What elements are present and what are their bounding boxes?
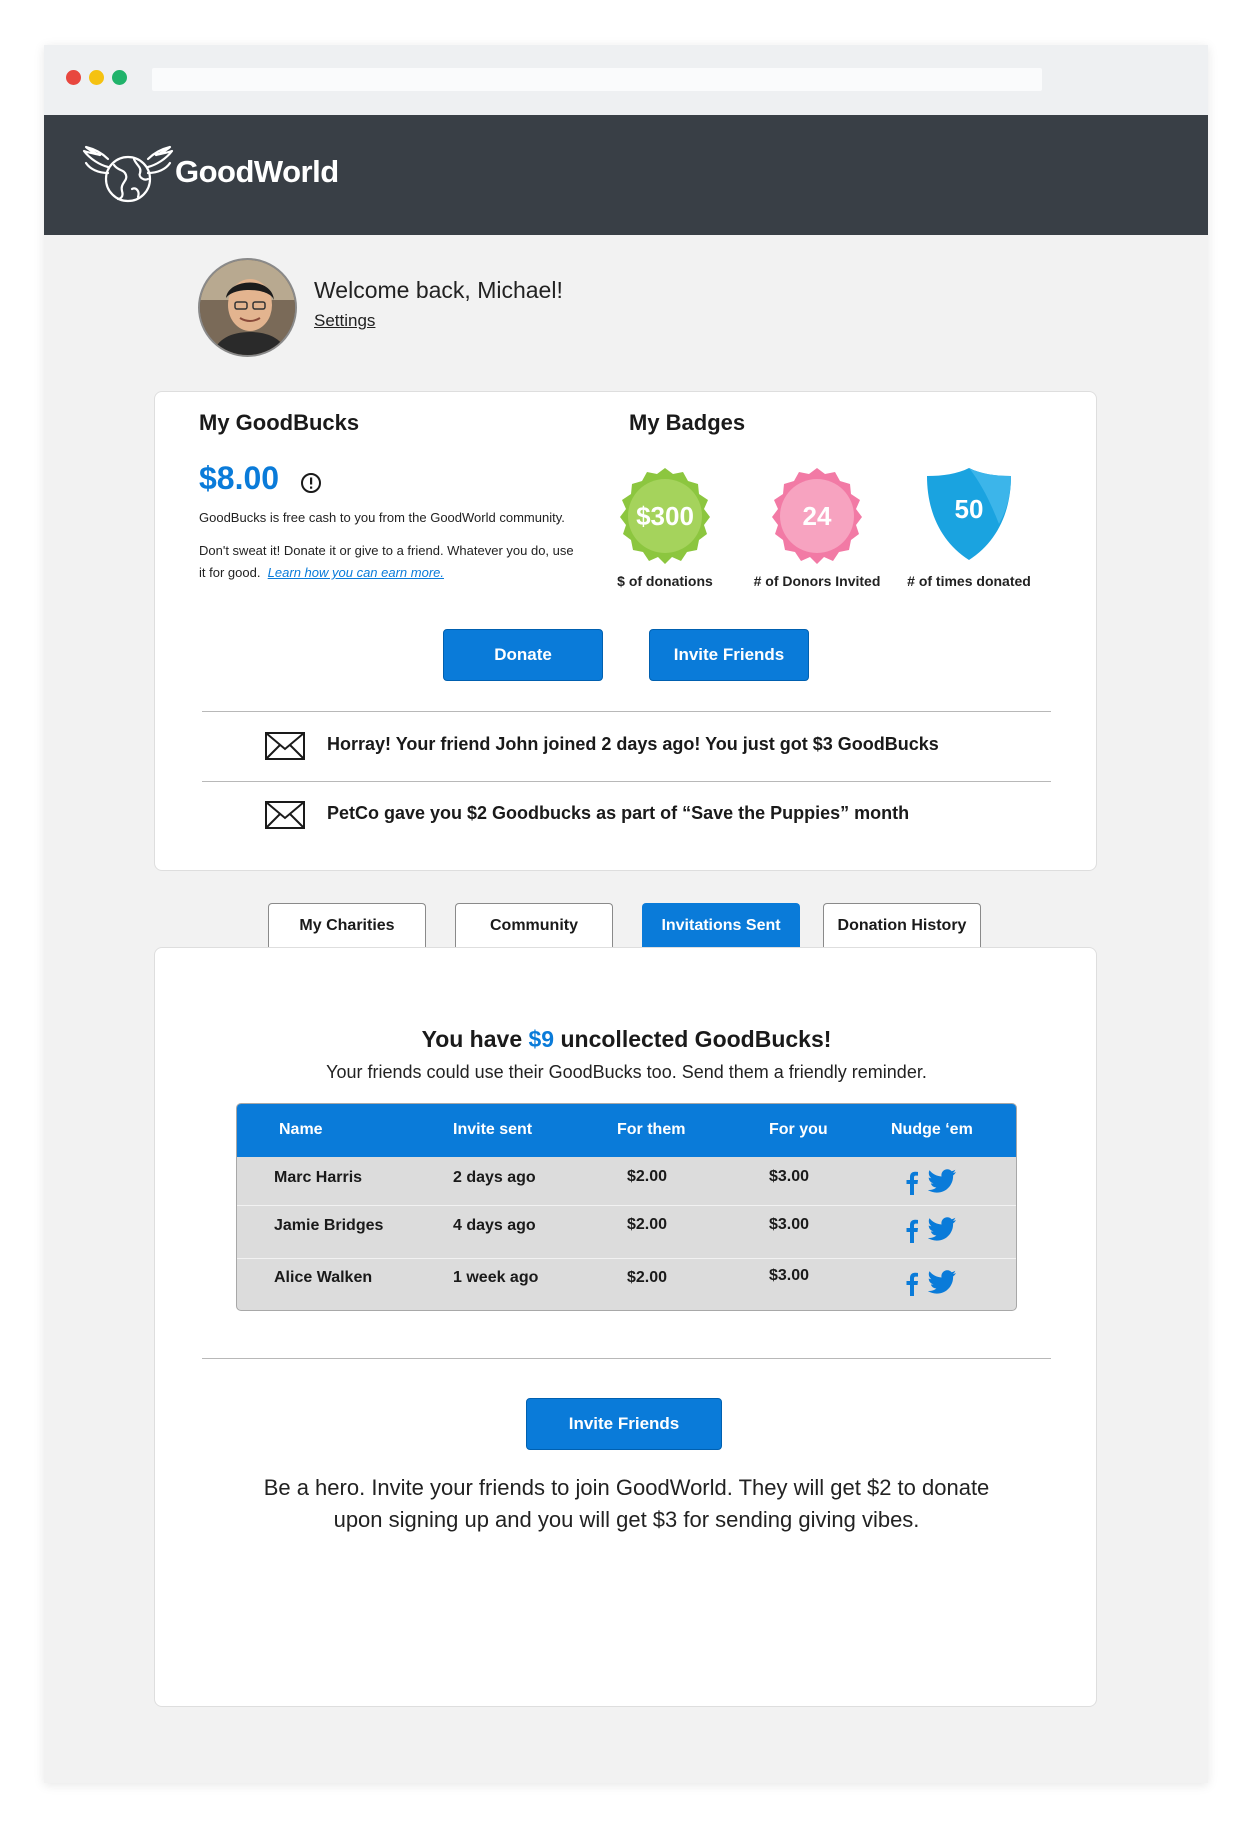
table-row: Alice Walken 1 week ago $2.00 $3.00 — [237, 1259, 1016, 1307]
info-icon[interactable] — [300, 472, 322, 494]
divider — [202, 781, 1051, 782]
notification-referral: Horray! Your friend John joined 2 days a… — [327, 734, 939, 754]
goodbucks-title: My GoodBucks — [199, 410, 360, 435]
row-for-them: $2.00 — [627, 1269, 668, 1286]
maximize-window-dot[interactable] — [112, 70, 127, 85]
badges-title: My Badges — [629, 410, 746, 435]
divider — [202, 1358, 1051, 1359]
row-name: Jamie Bridges — [274, 1217, 384, 1234]
minimize-window-dot[interactable] — [89, 70, 104, 85]
tab-donation-history[interactable]: Donation History — [823, 903, 981, 948]
address-bar[interactable] — [152, 68, 1042, 91]
row-for-them: $2.00 — [627, 1168, 668, 1185]
winged-globe-logo-icon[interactable] — [80, 145, 176, 207]
uncollected-heading: You have $9 uncollected GoodBucks! — [155, 1026, 1098, 1053]
times-donated-badge-icon: 50 — [927, 468, 1011, 560]
uncollected-heading-suffix: uncollected GoodBucks! — [554, 1026, 832, 1052]
invite-friends-bottom-button[interactable]: Invite Friends — [526, 1398, 722, 1450]
row-for-them: $2.00 — [627, 1216, 668, 1233]
row-invite-sent: 1 week ago — [453, 1269, 539, 1286]
invite-pitch-text: Be a hero. Invite your friends to join G… — [263, 1475, 990, 1532]
uncollected-subtitle: Your friends could use their GoodBucks t… — [326, 1062, 927, 1082]
row-for-you: $3.00 — [769, 1216, 810, 1233]
uncollected-heading-prefix: You have — [421, 1026, 529, 1052]
row-invite-sent: 2 days ago — [453, 1169, 536, 1186]
row-name: Alice Walken — [274, 1269, 373, 1286]
tab-invitations-sent[interactable]: Invitations Sent — [642, 903, 800, 948]
donations-badge-value: $300 — [636, 501, 694, 531]
table-row: Jamie Bridges 4 days ago $2.00 $3.00 — [237, 1206, 1016, 1254]
donors-invited-badge-icon: 24 — [772, 468, 862, 564]
column-header-name: Name — [279, 1121, 323, 1138]
browser-chrome — [44, 45, 1208, 115]
goodbucks-description: GoodBucks is free cash to you from the G… — [199, 510, 565, 525]
divider — [202, 711, 1051, 712]
learn-more-link[interactable]: Learn how you can earn more. — [268, 565, 444, 580]
table-header: Name Invite sent For them For you Nudge … — [237, 1104, 1016, 1157]
uncollected-amount: $9 — [528, 1026, 555, 1052]
row-name: Marc Harris — [274, 1169, 363, 1186]
welcome-message: Welcome back, Michael! — [314, 277, 563, 303]
user-avatar[interactable] — [198, 258, 297, 357]
column-header-for-them: For them — [617, 1121, 686, 1138]
notification-promo: PetCo gave you $2 Goodbucks as part of “… — [327, 803, 910, 823]
browser-window: GoodWorld Welcome back, Michael! Setting… — [44, 45, 1208, 1783]
column-header-for-you: For you — [769, 1121, 828, 1138]
donate-button[interactable]: Donate — [443, 629, 603, 681]
tab-my-charities[interactable]: My Charities — [268, 903, 426, 948]
row-for-you: $3.00 — [769, 1168, 810, 1185]
row-for-you: $3.00 — [769, 1267, 810, 1284]
brand-name[interactable]: GoodWorld — [175, 154, 339, 190]
donations-badge-icon: $300 — [620, 468, 710, 564]
column-header-invite-sent: Invite sent — [453, 1121, 533, 1138]
goodbucks-tip: Don't sweat it! Donate it or give to a f… — [199, 540, 579, 584]
invitations-panel: You have $9 uncollected GoodBucks! Your … — [154, 947, 1097, 1707]
donations-badge-label: $ of donations — [617, 573, 713, 589]
column-header-nudge: Nudge ‘em — [891, 1121, 973, 1138]
goodbucks-card: My GoodBucks $8.00 GoodBucks is free cas… — [154, 391, 1097, 871]
table-row: Marc Harris 2 days ago $2.00 $3.00 — [237, 1157, 1016, 1205]
twitter-icon[interactable] — [928, 1270, 956, 1294]
facebook-icon[interactable] — [905, 1219, 919, 1243]
invitations-table: Name Invite sent For them For you Nudge … — [236, 1103, 1017, 1311]
twitter-icon[interactable] — [928, 1169, 956, 1193]
goodbucks-amount: $8.00 — [199, 460, 280, 496]
donors-invited-badge-value: 24 — [803, 501, 832, 531]
row-invite-sent: 4 days ago — [453, 1217, 536, 1234]
mail-icon — [265, 732, 305, 760]
twitter-icon[interactable] — [928, 1217, 956, 1241]
times-donated-badge-value: 50 — [955, 494, 984, 524]
facebook-icon[interactable] — [905, 1171, 919, 1195]
times-donated-badge-label: # of times donated — [907, 573, 1031, 589]
tab-community[interactable]: Community — [455, 903, 613, 948]
close-window-dot[interactable] — [66, 70, 81, 85]
donors-invited-badge-label: # of Donors Invited — [753, 573, 881, 589]
facebook-icon[interactable] — [905, 1272, 919, 1296]
settings-link[interactable]: Settings — [314, 311, 375, 331]
site-header: GoodWorld — [44, 115, 1208, 235]
mail-icon — [265, 801, 305, 829]
invite-friends-button[interactable]: Invite Friends — [649, 629, 809, 681]
